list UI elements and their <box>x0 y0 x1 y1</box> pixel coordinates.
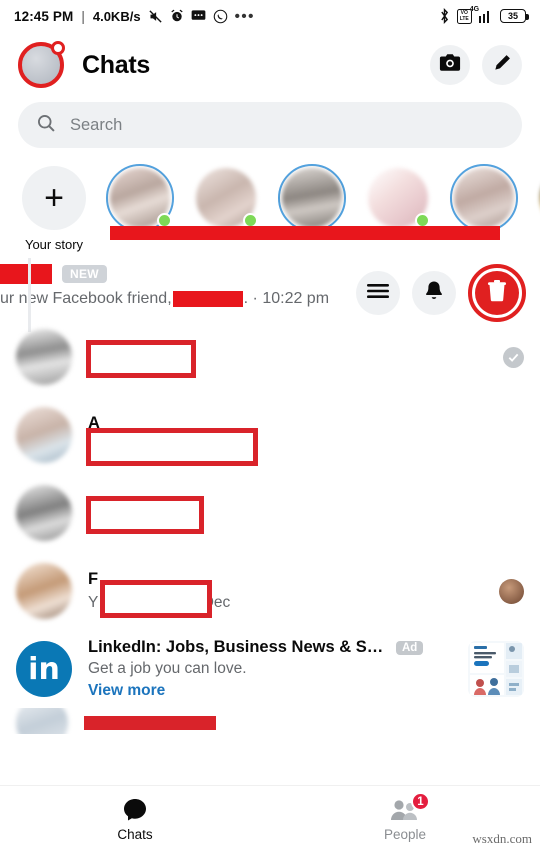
menu-button[interactable] <box>356 271 400 315</box>
tab-chats[interactable]: Chats <box>0 797 270 842</box>
bluetooth-icon <box>439 8 450 24</box>
linkedin-logo-icon: in <box>16 641 72 697</box>
status-more-icon: ••• <box>234 7 255 25</box>
messages-icon <box>191 9 206 23</box>
story-avatar[interactable] <box>192 164 260 232</box>
table-row[interactable]: A ment. · 21 Jan <box>0 396 540 474</box>
status-badge <box>503 346 524 368</box>
seen-by-avatar <box>499 578 524 604</box>
search-input[interactable]: Search <box>18 102 522 148</box>
notifications-button[interactable] <box>412 271 456 315</box>
banner-text-after: . · 10:22 pm <box>243 290 330 307</box>
search-placeholder: Search <box>70 115 123 134</box>
network-speed: 4.0KB/s <box>92 8 141 24</box>
hamburger-icon <box>367 283 389 304</box>
ad-cta-link[interactable]: View more <box>88 682 452 700</box>
notification-banner[interactable]: NEW ur new Facebook friend, . · 10:22 pm <box>0 256 540 332</box>
people-badge: 1 <box>411 792 430 811</box>
story-avatar[interactable] <box>364 164 432 232</box>
status-bar-left: 12:45 PM | 4.0KB/s ••• <box>14 8 255 25</box>
search-section: Search <box>0 94 540 158</box>
new-badge: NEW <box>62 265 107 283</box>
banner-text-before: ur new Facebook friend, <box>0 290 172 307</box>
ad-thumbnail[interactable] <box>468 641 524 697</box>
chat-snippet-lead: Y <box>88 594 99 611</box>
chat-list[interactable]: eb A ment. · 21 Jan e · 1 Jan F Y Dec in… <box>0 318 540 738</box>
chat-bubble-icon <box>122 797 148 823</box>
ad-badge: Ad <box>396 640 424 655</box>
stories-row[interactable]: + Your story <box>0 158 540 256</box>
overlay-actions <box>356 264 526 322</box>
header-actions <box>430 45 522 85</box>
ad-title: LinkedIn: Jobs, Business News & Soci... <box>88 638 388 656</box>
table-row[interactable]: F Y Dec <box>0 552 540 630</box>
mute-icon <box>148 9 163 24</box>
ad-body: LinkedIn: Jobs, Business News & Soci... … <box>88 638 452 700</box>
chat-row-body: F Y Dec <box>88 570 483 618</box>
chat-snippet: Y Dec <box>88 594 483 612</box>
page-title: Chats <box>82 50 150 79</box>
ad-title-line: LinkedIn: Jobs, Business News & Soci... … <box>88 638 452 657</box>
add-story-button[interactable]: + <box>22 166 86 230</box>
story-avatar[interactable] <box>536 164 540 232</box>
table-row[interactable]: eb <box>0 318 540 396</box>
tab-people-label: People <box>383 827 427 842</box>
story-image <box>454 168 514 228</box>
table-row[interactable] <box>0 708 540 734</box>
delete-highlight-annotation <box>468 264 526 322</box>
bottom-navigation: Chats 1 People wsxdn.com <box>0 785 540 853</box>
status-bar-right: VO LTE 4G 35 <box>439 6 529 24</box>
sponsored-ad-row[interactable]: in LinkedIn: Jobs, Business News & Soci.… <box>0 630 540 708</box>
delete-button[interactable] <box>468 264 526 322</box>
chat-avatar[interactable] <box>16 563 72 619</box>
chat-name: F <box>88 570 99 588</box>
pencil-icon <box>492 53 512 78</box>
chat-avatar[interactable] <box>16 407 72 463</box>
chat-snippet: ment. · 21 Jan <box>88 438 188 455</box>
chat-snippet: e · 1 Jan <box>88 516 149 533</box>
chat-snippet-tail: Dec <box>202 594 231 611</box>
camera-icon <box>439 53 461 77</box>
signal-icon: 4G <box>470 6 493 23</box>
chat-name <box>88 492 524 512</box>
people-icon: 1 <box>390 792 430 823</box>
chat-name-redaction-annotation <box>84 716 216 730</box>
compose-button[interactable] <box>482 45 522 85</box>
banner-inline-redaction-annotation <box>172 291 243 307</box>
search-icon <box>36 113 56 138</box>
camera-button[interactable] <box>430 45 470 85</box>
tab-chats-label: Chats <box>117 827 153 842</box>
your-story-label: Your story <box>24 237 84 252</box>
story-item[interactable] <box>534 164 540 252</box>
chat-row-body: A ment. · 21 Jan <box>86 414 524 466</box>
chat-avatar[interactable] <box>16 485 72 541</box>
alarm-icon <box>170 9 184 23</box>
banner-name-redaction-annotation <box>0 264 52 284</box>
chat-row-body: e · 1 Jan <box>86 492 524 534</box>
chat-avatar[interactable] <box>16 329 72 385</box>
story-avatar[interactable] <box>278 164 346 232</box>
chat-row-body: eb <box>86 336 487 378</box>
chat-snippet: eb <box>88 360 106 377</box>
whatsapp-icon <box>213 9 228 24</box>
app-header: Chats <box>0 32 540 94</box>
chat-name: A <box>88 414 100 432</box>
chat-avatar[interactable] <box>16 708 68 734</box>
bell-icon <box>424 280 444 307</box>
avatar-badge-annotation <box>51 41 65 55</box>
your-story[interactable]: + Your story <box>18 164 90 252</box>
battery-indicator: 35 <box>500 9 529 23</box>
table-row[interactable]: e · 1 Jan <box>0 474 540 552</box>
story-redaction-annotation <box>110 226 500 240</box>
watermark: wsxdn.com <box>472 831 532 846</box>
chat-name <box>88 336 487 356</box>
status-bar: 12:45 PM | 4.0KB/s ••• VO LTE 4G 35 <box>0 0 540 32</box>
story-avatar[interactable] <box>106 164 174 232</box>
story-avatar[interactable] <box>450 164 518 232</box>
status-time: 12:45 PM <box>14 8 74 24</box>
ad-subtitle: Get a job you can love. <box>88 660 247 677</box>
story-image <box>282 168 342 228</box>
status-separator: | <box>81 8 85 24</box>
profile-avatar[interactable] <box>18 41 65 88</box>
